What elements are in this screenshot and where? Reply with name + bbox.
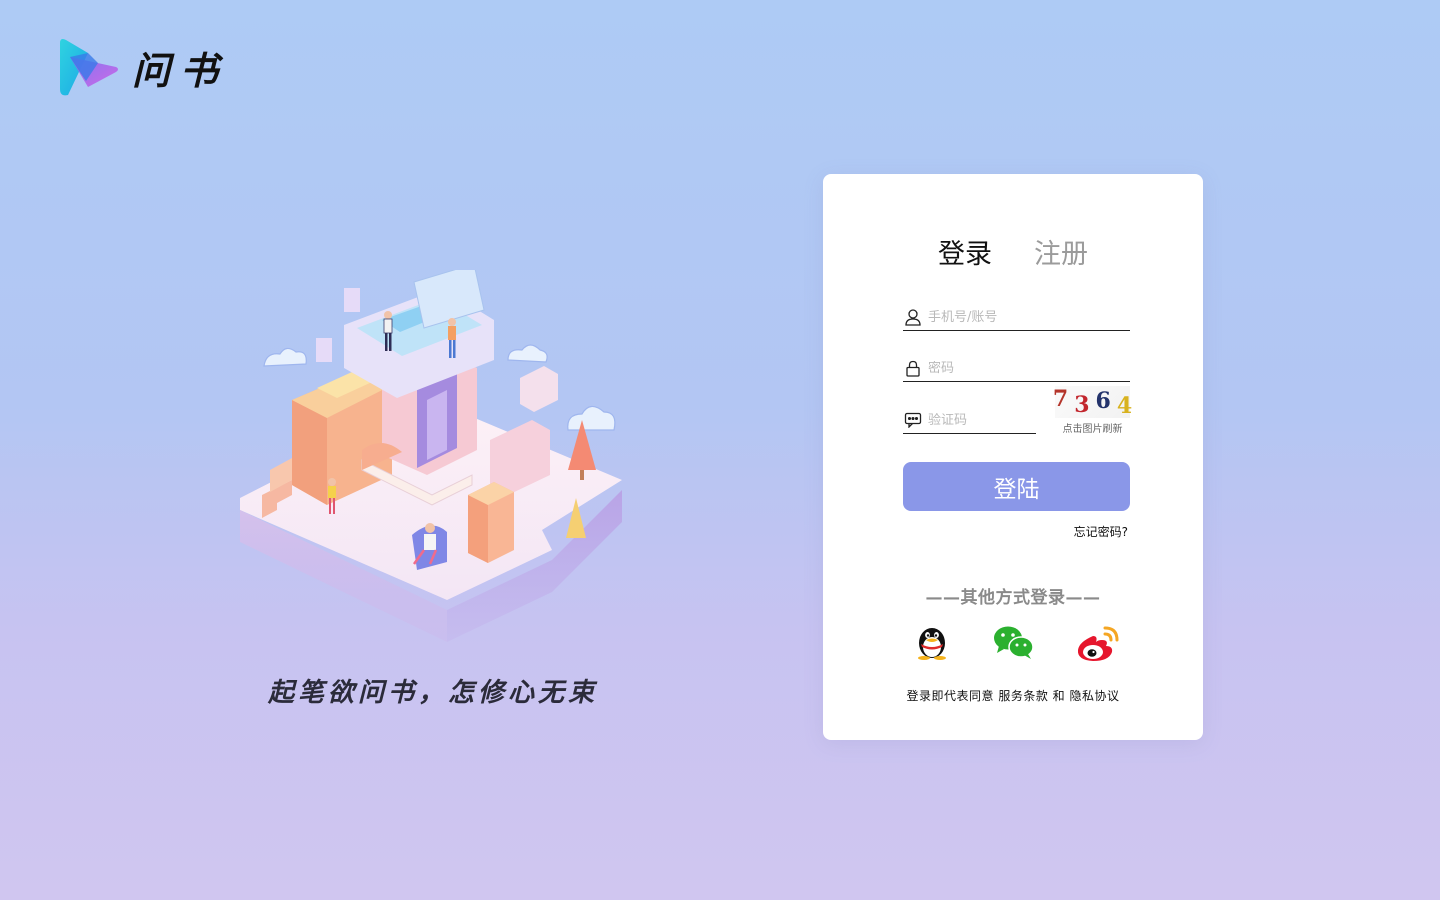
tab-register[interactable]: 注册 — [1034, 232, 1088, 271]
slogan: 起笔欲问书，怎修心无束 — [268, 678, 599, 708]
tab-login[interactable]: 登录 — [938, 232, 992, 271]
social-login-group — [915, 624, 1121, 666]
password-input[interactable] — [928, 360, 1118, 376]
user-icon — [903, 307, 923, 327]
captcha-input[interactable] — [928, 412, 1028, 428]
account-field — [903, 304, 1130, 331]
captcha-digit: 4 — [1116, 393, 1133, 419]
brand-logo[interactable]: 问书 — [58, 36, 228, 98]
auth-tabs: 登录 注册 — [823, 232, 1203, 271]
login-card: 登录 注册 手机号/账号 验证码 7 3 6 4 点击图片刷新 登陆 忘记密码?… — [823, 174, 1203, 740]
agreement-prefix: 登录即代表同意 — [906, 689, 994, 703]
captcha-hint: 点击图片刷新 — [1062, 424, 1123, 435]
isometric-city-illustration — [240, 270, 622, 642]
message-icon — [903, 410, 923, 430]
captcha-digit: 7 — [1052, 386, 1069, 412]
wechat-icon[interactable] — [993, 624, 1035, 664]
play-logo-icon — [60, 39, 118, 96]
agreement-and: 和 — [1052, 689, 1066, 703]
agreement-text: 登录即代表同意 服务条款 和 隐私协议 — [823, 687, 1203, 704]
password-field — [903, 355, 1130, 382]
privacy-link[interactable]: 隐私协议 — [1070, 689, 1120, 703]
brand-name: 问书 — [132, 47, 229, 93]
captcha-digits: 7 3 6 4 — [1052, 386, 1133, 419]
qq-icon[interactable] — [915, 624, 949, 664]
captcha-digit: 3 — [1074, 392, 1090, 418]
login-button[interactable]: 登陆 — [903, 462, 1130, 511]
terms-link[interactable]: 服务条款 — [998, 689, 1048, 703]
account-input[interactable] — [928, 309, 1118, 325]
captcha-image[interactable]: 7 3 6 4 点击图片刷新 — [1052, 386, 1133, 435]
other-login-title: ——其他方式登录—— — [925, 588, 1101, 608]
forgot-password-link[interactable]: 忘记密码? — [1074, 523, 1128, 540]
lock-icon — [903, 358, 923, 378]
captcha-field — [903, 407, 1036, 434]
captcha-digit: 6 — [1095, 388, 1111, 414]
weibo-icon[interactable] — [1075, 624, 1119, 668]
